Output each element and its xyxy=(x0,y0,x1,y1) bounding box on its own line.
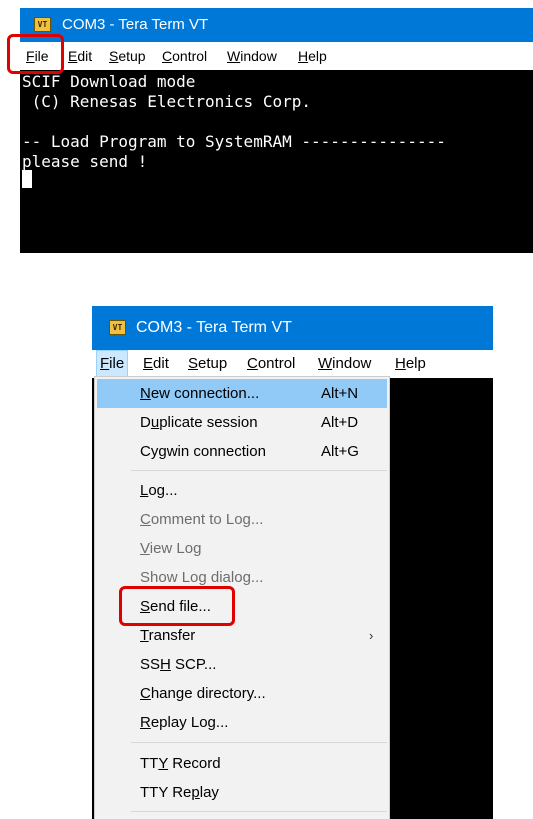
tera-term-window-top: VT COM3 - Tera Term VT File Edit Setup C… xyxy=(20,8,533,253)
menu-item-change-directory[interactable]: Change directory... xyxy=(97,679,387,708)
terminal-line: please send ! xyxy=(22,152,148,171)
terminal-cursor xyxy=(22,170,32,188)
menu-separator xyxy=(131,742,387,743)
title-bar[interactable]: VT COM3 - Tera Term VT xyxy=(20,8,533,42)
terminal-line: -- Load Program to SystemRAM -----------… xyxy=(22,132,446,151)
file-menu-highlight xyxy=(7,34,64,74)
menu-item-view-log: View Log xyxy=(140,540,202,557)
menu-setup[interactable]: Setup xyxy=(188,350,227,378)
tera-term-app-icon[interactable]: VT xyxy=(34,17,51,32)
menu-bar: File Edit Setup Control Window Help xyxy=(20,42,533,70)
send-file-highlight xyxy=(119,586,235,626)
submenu-chevron-right-icon: › xyxy=(369,628,374,643)
menu-help[interactable]: Help xyxy=(395,350,426,378)
terminal-line: (C) Renesas Electronics Corp. xyxy=(22,92,311,111)
menu-edit[interactable]: Edit xyxy=(143,350,169,378)
menu-item-cygwin-connection[interactable]: Cygwin connection Alt+G xyxy=(97,437,387,466)
menu-item-new-connection[interactable]: New connection... Alt+N xyxy=(97,379,387,408)
menu-item-replay-log[interactable]: Replay Log... xyxy=(97,708,387,737)
menu-item-duplicate-session[interactable]: Duplicate session Alt+D xyxy=(97,408,387,437)
menu-edit[interactable]: Edit xyxy=(68,42,92,70)
menu-window[interactable]: Window xyxy=(318,350,371,378)
tera-term-app-icon[interactable]: VT xyxy=(109,320,126,335)
terminal-line: SCIF Download mode xyxy=(22,72,196,91)
title-bar[interactable]: VT COM3 - Tera Term VT xyxy=(92,306,493,350)
menu-item-comment-to-log: Comment to Log... xyxy=(140,511,264,528)
menu-control[interactable]: Control xyxy=(162,42,207,70)
menu-item-log[interactable]: Log... xyxy=(97,476,387,505)
menu-item-tty-record[interactable]: TTY Record xyxy=(97,749,387,778)
menu-help[interactable]: Help xyxy=(298,42,327,70)
menu-file[interactable]: File xyxy=(96,350,129,378)
menu-separator xyxy=(131,470,387,471)
terminal-screen[interactable]: SCIF Download mode (C) Renesas Electroni… xyxy=(20,70,533,253)
menu-control[interactable]: Control xyxy=(247,350,295,378)
menu-item-tty-replay[interactable]: TTY Replay xyxy=(97,778,387,807)
menu-setup[interactable]: Setup xyxy=(109,42,146,70)
window-title: COM3 - Tera Term VT xyxy=(136,319,292,336)
window-title: COM3 - Tera Term VT xyxy=(62,16,209,33)
menu-item-ssh-scp[interactable]: SSH SCP... xyxy=(97,650,387,679)
menu-separator xyxy=(131,811,387,812)
menu-bar: File Edit Setup Control Window Help xyxy=(92,350,493,378)
menu-window[interactable]: Window xyxy=(227,42,277,70)
